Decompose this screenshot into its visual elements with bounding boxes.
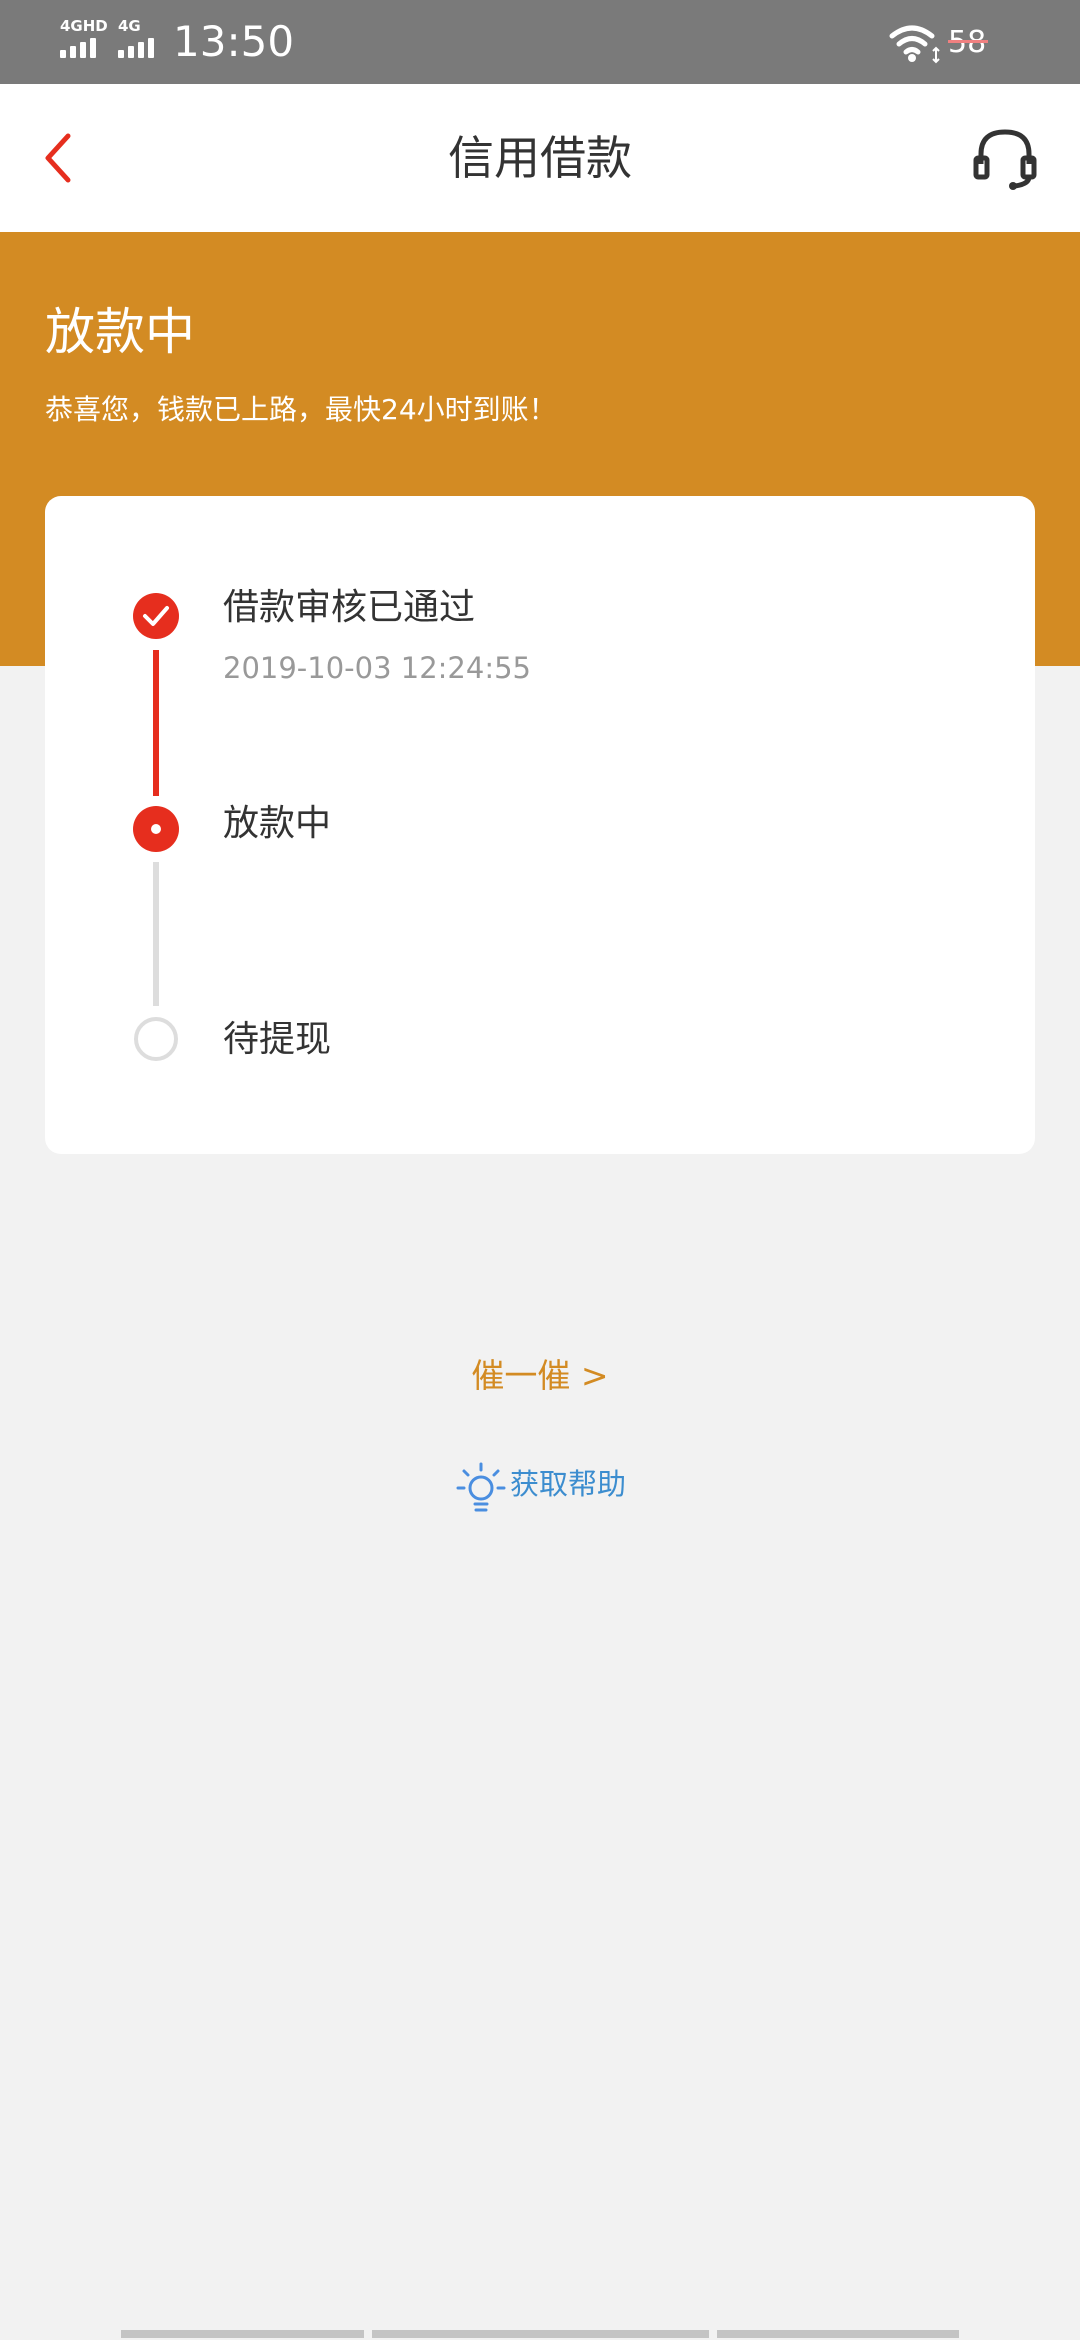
progress-card: 借款审核已通过 2019-10-03 12:24:55 放款中 待提现 [45,496,1035,1154]
step-done-icon [133,593,179,639]
network-type-1: 4GHD [60,17,108,35]
progress-line-pending [153,862,159,1006]
page-title: 信用借款 [448,131,632,185]
status-time: 13:50 [173,17,295,66]
cellular-signal-2: 4G [118,18,168,58]
step-time: 2019-10-03 12:24:55 [223,651,531,685]
lightbulb-icon [456,1462,506,1512]
signal-bars-icon [60,38,110,58]
battery-level: 58 [948,25,987,60]
step-title: 待提现 [223,1019,332,1060]
step-title: 放款中 [223,803,332,844]
progress-line-done [153,650,159,796]
network-type-2: 4G [118,17,141,35]
status-bar: 4GHD 4G 13:50 58 [0,0,1080,84]
back-button[interactable] [36,124,84,192]
help-label: 获取帮助 [510,1467,627,1501]
cellular-signal-1: 4GHD [60,18,110,58]
headset-icon [973,129,1037,190]
urge-button[interactable]: 催一催 > [0,1352,1080,1400]
banner-title: 放款中 [45,303,195,361]
signal-bars-icon [118,38,168,58]
wifi-icon [889,25,940,64]
step-current-icon [133,806,179,852]
step-title: 借款审核已通过 [223,587,476,628]
battery-strike-icon [948,40,988,43]
header-bar: 信用借款 [0,84,1080,232]
chevron-left-icon [45,133,71,183]
customer-service-button[interactable] [970,124,1040,194]
banner-subtitle: 恭喜您，钱款已上路，最快24小时到账！ [45,393,557,426]
step-pending-icon [134,1017,178,1061]
